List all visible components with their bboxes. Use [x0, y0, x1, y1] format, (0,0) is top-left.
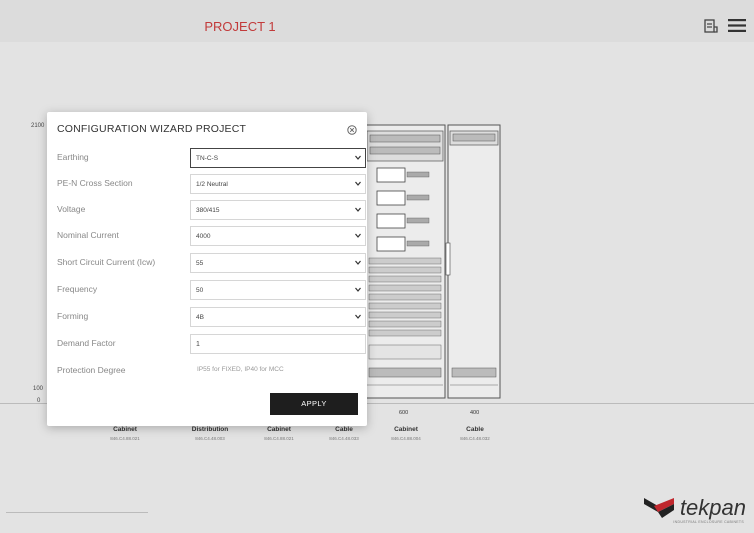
frequency-value: 50: [196, 287, 204, 294]
voltage-label: Voltage: [57, 204, 86, 214]
forming-select[interactable]: 4B: [190, 307, 366, 327]
nominal-current-select[interactable]: 4000: [190, 226, 366, 246]
top-bar: PROJECT 1: [0, 0, 754, 42]
cabinet-code: 846.C4.88.021: [264, 436, 294, 441]
chevron-down-icon: [355, 260, 361, 265]
earthing-row: Earthing TN-C-S: [57, 148, 366, 168]
horizontal-scrollbar[interactable]: [6, 512, 148, 513]
protection-degree-label: Protection Degree: [57, 365, 126, 375]
nominal-current-value: 4000: [196, 233, 211, 240]
pe-n-cross-section-select[interactable]: 1/2 Neutral: [190, 174, 366, 194]
chevron-down-icon: [355, 155, 361, 160]
width-dimension-1: 600: [399, 410, 409, 416]
cabinet-name: Cabinet: [394, 426, 418, 433]
cabinet-code: 846.C4.48.032: [460, 436, 490, 441]
scale-top-label: 2100: [31, 123, 45, 129]
pe-n-cross-section-row: PE-N Cross Section 1/2 Neutral: [57, 174, 366, 194]
chevron-down-icon: [355, 207, 361, 212]
demand-factor-row: Demand Factor 1: [57, 334, 366, 354]
earthing-label: Earthing: [57, 152, 89, 162]
project-title: PROJECT 1: [204, 19, 276, 34]
cabinet-caption[interactable]: Cable 846.C4.48.033: [314, 426, 374, 441]
chevron-down-icon: [355, 287, 361, 292]
short-circuit-current-label: Short Circuit Current (Icw): [57, 257, 156, 267]
chevron-down-icon: [355, 181, 361, 186]
pe-n-cross-section-value: 1/2 Neutral: [196, 181, 228, 188]
cabinet-caption[interactable]: Cabinet 846.C4.88.021: [95, 426, 155, 441]
protection-degree-value: IP55 for FIXED, IP40 for MCC: [197, 366, 284, 373]
chevron-down-icon: [355, 314, 361, 319]
tekpan-logo-icon: [643, 498, 674, 518]
cabinet-caption[interactable]: Cabinet 846.C4.88.004: [376, 426, 436, 441]
nominal-current-row: Nominal Current 4000: [57, 226, 366, 246]
hamburger-menu-icon[interactable]: [728, 18, 746, 33]
brand-logo: tekpan: [643, 495, 746, 520]
frequency-label: Frequency: [57, 284, 98, 294]
brand-name: tekpan: [679, 495, 746, 520]
cabinet-name: Cable: [335, 426, 353, 433]
cabinet-code: 846.C4.88.004: [391, 436, 421, 441]
cabinet-code: 846.C4.88.021: [110, 436, 140, 441]
cabinet-name: Distribution: [191, 426, 229, 433]
cabinet-caption[interactable]: Distribution 846.C4.48.003: [180, 426, 240, 441]
cabinet-caption[interactable]: Cable 846.C4.48.032: [445, 426, 505, 441]
cabinet-code: 846.C4.48.033: [329, 436, 359, 441]
width-dimension-2: 400: [470, 410, 480, 416]
scale-mid-label: 100: [33, 386, 44, 392]
protection-degree-row: Protection Degree IP55 for FIXED, IP40 f…: [57, 361, 359, 381]
short-circuit-current-value: 55: [196, 260, 204, 267]
cabinet-code: 846.C4.48.003: [195, 436, 225, 441]
voltage-select[interactable]: 380/415: [190, 200, 366, 220]
close-icon[interactable]: [347, 122, 357, 140]
voltage-row: Voltage 380/415: [57, 200, 366, 220]
forming-row: Forming 4B: [57, 307, 366, 327]
switchboard-drawing[interactable]: [362, 123, 504, 404]
voltage-value: 380/415: [196, 207, 220, 214]
configuration-wizard-dialog: CONFIGURATION WIZARD PROJECT Earthing TN…: [47, 112, 367, 426]
apply-button[interactable]: APPLY: [270, 393, 358, 415]
short-circuit-current-row: Short Circuit Current (Icw) 55: [57, 253, 366, 273]
earthing-value: TN-C-S: [196, 155, 219, 162]
cabinet-name: Cabinet: [113, 426, 137, 433]
pe-n-cross-section-label: PE-N Cross Section: [57, 178, 133, 188]
nominal-current-label: Nominal Current: [57, 230, 119, 240]
dialog-title: CONFIGURATION WIZARD PROJECT: [57, 123, 247, 135]
earthing-select[interactable]: TN-C-S: [190, 148, 366, 168]
forming-label: Forming: [57, 311, 89, 321]
demand-factor-input[interactable]: 1: [190, 334, 366, 354]
frequency-select[interactable]: 50: [190, 280, 366, 300]
brand-tagline: INDUSTRIAL ENCLOSURE CABINETS: [673, 520, 744, 524]
frequency-row: Frequency 50: [57, 280, 366, 300]
demand-factor-label: Demand Factor: [57, 338, 116, 348]
cabinet-name: Cabinet: [267, 426, 291, 433]
chevron-down-icon: [355, 233, 361, 238]
cabinet-name: Cable: [466, 426, 484, 433]
cabinet-caption[interactable]: Cabinet 846.C4.88.021: [249, 426, 309, 441]
short-circuit-current-select[interactable]: 55: [190, 253, 366, 273]
document-list-icon[interactable]: [704, 18, 718, 33]
forming-value: 4B: [196, 314, 204, 321]
